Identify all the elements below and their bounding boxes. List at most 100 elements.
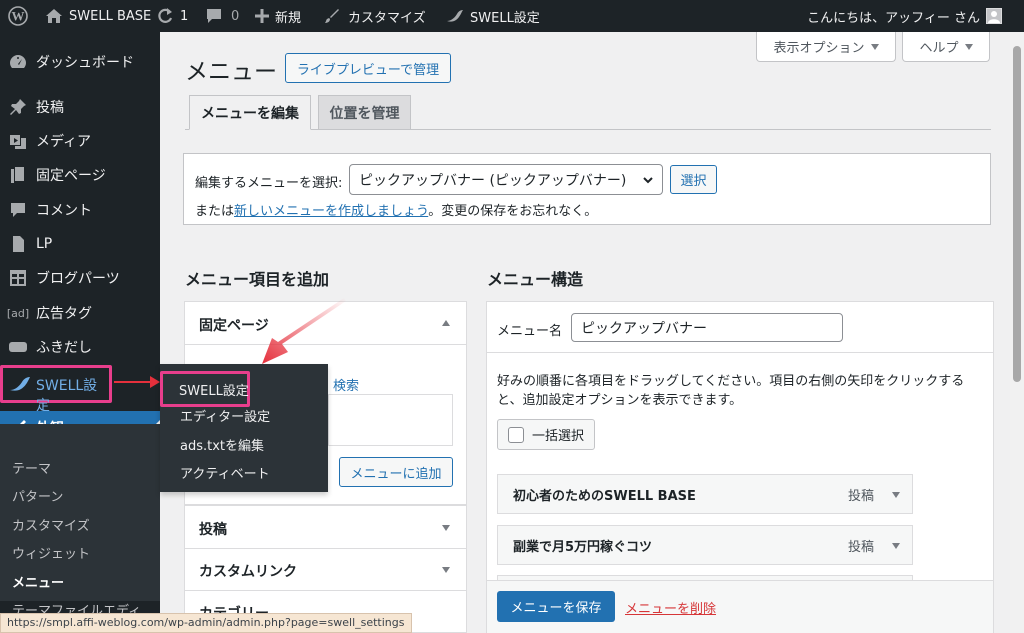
screen-options-label: 表示オプション — [773, 41, 865, 56]
sidebar-item-lp[interactable]: LP — [0, 227, 160, 261]
save-menu-button[interactable]: メニューを保存 — [497, 591, 615, 622]
chevron-down-icon[interactable] — [442, 525, 450, 531]
annotation-arrow-diagonal — [262, 298, 346, 364]
delete-menu-link[interactable]: メニューを削除 — [625, 598, 716, 617]
updates-link[interactable]: 1 — [156, 0, 188, 32]
swell-settings-link[interactable]: SWELL設定 — [446, 0, 540, 32]
site-name-link[interactable]: SWELL BASE — [45, 0, 151, 32]
bulk-select-toggle[interactable]: 一括選択 — [497, 419, 595, 450]
menu-item-type: 投稿 — [847, 539, 874, 555]
comment-icon — [0, 201, 36, 219]
menu-item-row[interactable]: 副業で月5万円稼ぐコツ 投稿 — [497, 525, 913, 565]
wordpress-logo-icon[interactable]: W — [8, 0, 28, 32]
screen-options-button[interactable]: 表示オプション — [756, 32, 896, 62]
sidebar-item-ad-tags[interactable]: [ad] 広告タグ — [0, 296, 160, 330]
annotation-arrow-right — [114, 376, 160, 388]
menu-select-dropdown[interactable]: ピックアップバナー (ピックアップバナー) — [349, 164, 663, 195]
checkbox[interactable] — [508, 426, 524, 443]
sidebar-item-media[interactable]: メディア — [0, 124, 160, 158]
select-value: ピックアップバナー (ピックアップバナー) — [359, 172, 627, 189]
bubble-icon — [0, 340, 36, 354]
flyout-item-ads-txt[interactable]: ads.txtを編集 — [180, 435, 264, 454]
comments-count: 0 — [231, 8, 240, 24]
search-tab-link[interactable]: 検索 — [333, 375, 359, 394]
sidebar-item-swell-settings[interactable]: SWELL設定 — [0, 365, 112, 414]
sidebar-item-label: SWELL設定 — [36, 378, 98, 414]
sidebar-item-label: ブログパーツ — [36, 271, 120, 287]
chevron-down-icon[interactable] — [892, 492, 900, 498]
chevron-up-icon[interactable] — [442, 320, 450, 326]
flyout-item-swell-settings[interactable]: SWELL設定 — [160, 371, 250, 407]
drag-instructions-line1: 好みの順番に各項目をドラッグしてください。項目の右側の矢印をクリックする — [497, 374, 965, 389]
submenu-item-widgets[interactable]: ウィジェット — [12, 543, 90, 562]
menu-item-title: 副業で月5万円稼ぐコツ — [513, 539, 653, 555]
account-menu[interactable]: こんにちは、アッフィー さん — [807, 0, 1002, 32]
submenu-item-customize[interactable]: カスタマイズ — [12, 515, 90, 534]
add-to-menu-button[interactable]: メニューに追加 — [339, 457, 453, 487]
note-prefix: または — [195, 204, 235, 219]
swell-label: SWELL設定 — [470, 10, 540, 26]
sidebar-item-posts[interactable]: 投稿 — [0, 90, 160, 124]
greeting-text: こんにちは、アッフィー さん — [807, 10, 980, 26]
swell-icon — [9, 376, 31, 396]
accordion-custom-links-title[interactable]: カスタムリンク — [199, 561, 297, 581]
swell-settings-flyout: SWELL設定 エディター設定 ads.txtを編集 アクティベート — [160, 364, 328, 492]
accordion-posts-title[interactable]: 投稿 — [199, 519, 227, 539]
pin-icon — [0, 98, 36, 116]
customize-label: カスタマイズ — [348, 10, 426, 26]
submenu-item-patterns[interactable]: パターン — [12, 486, 63, 505]
customize-link[interactable]: カスタマイズ — [324, 0, 426, 32]
sidebar-item-comments[interactable]: コメント — [0, 193, 160, 227]
submenu-item-menus[interactable]: メニュー — [12, 572, 64, 591]
help-button[interactable]: ヘルプ — [902, 32, 990, 62]
flyout-item-activate[interactable]: アクティベート — [180, 463, 270, 482]
pages-list-box — [328, 394, 453, 446]
chevron-down-icon[interactable] — [892, 543, 900, 549]
ad-icon: [ad] — [6, 306, 30, 320]
menu-name-input[interactable]: ピックアップバナー — [571, 313, 843, 342]
sidebar-item-pages[interactable]: 固定ページ — [0, 158, 160, 192]
dashboard-icon — [0, 53, 36, 71]
page-scrollbar[interactable] — [1010, 32, 1024, 633]
submenu-item-themes[interactable]: テーマ — [12, 458, 51, 477]
page-title: メニュー — [185, 59, 277, 85]
sidebar-item-label: ふきだし — [36, 340, 92, 356]
new-content-link[interactable]: 新規 — [255, 0, 301, 32]
live-preview-button[interactable]: ライブプレビューで管理 — [285, 53, 451, 83]
scrollbar-thumb[interactable] — [1013, 46, 1021, 382]
site-name: SWELL BASE — [69, 8, 152, 24]
sidebar-item-fukidashi[interactable]: ふきだし — [0, 330, 160, 364]
tab-edit-menus[interactable]: メニューを編集 — [189, 95, 311, 130]
create-new-menu-link[interactable]: 新しいメニューを作成しましょう — [234, 204, 428, 219]
swell-wave-icon — [447, 10, 463, 22]
brush-icon — [325, 9, 339, 23]
menu-item-row[interactable]: 初心者のためのSWELL BASE 投稿 — [497, 474, 913, 514]
home-icon — [46, 9, 62, 23]
add-menu-items-heading: メニュー項目を追加 — [185, 270, 330, 289]
sidebar-item-label: メディア — [36, 134, 92, 150]
menu-create-note: または新しいメニューを作成しましょう。変更の保存をお忘れなく。 — [195, 200, 597, 219]
page-icon — [0, 166, 36, 184]
refresh-icon — [158, 8, 173, 23]
menu-item-title: 初心者のためのSWELL BASE — [513, 488, 696, 504]
tab-manage-locations[interactable]: 位置を管理 — [318, 95, 411, 130]
menu-name-label: メニュー名 — [497, 324, 563, 339]
sidebar-item-label: 広告タグ — [36, 306, 92, 322]
drag-instructions-line2: と、追加設定オプションを表示できます。 — [497, 393, 743, 408]
sidebar-item-dashboard[interactable]: ダッシュボード — [0, 45, 160, 79]
comments-link[interactable]: 0 — [205, 0, 239, 32]
flyout-item-editor-settings[interactable]: エディター設定 — [180, 406, 270, 425]
chevron-down-icon — [964, 43, 973, 50]
sidebar-item-label: 固定ページ — [36, 168, 106, 184]
comment-bubble-icon — [207, 9, 221, 23]
chevron-down-icon — [870, 43, 879, 50]
admin-bar: W SWELL BASE 1 0 新規 カスタマイズ SWELL設定 こんにちは… — [0, 0, 1024, 32]
media-icon — [0, 132, 36, 150]
new-label: 新規 — [275, 10, 302, 26]
menu-structure-heading: メニュー構造 — [487, 270, 584, 289]
chevron-down-icon[interactable] — [442, 567, 450, 573]
avatar — [986, 8, 1002, 24]
sidebar-item-blog-parts[interactable]: ブログパーツ — [0, 261, 160, 295]
updates-count: 1 — [180, 8, 189, 24]
select-button[interactable]: 選択 — [670, 165, 717, 194]
